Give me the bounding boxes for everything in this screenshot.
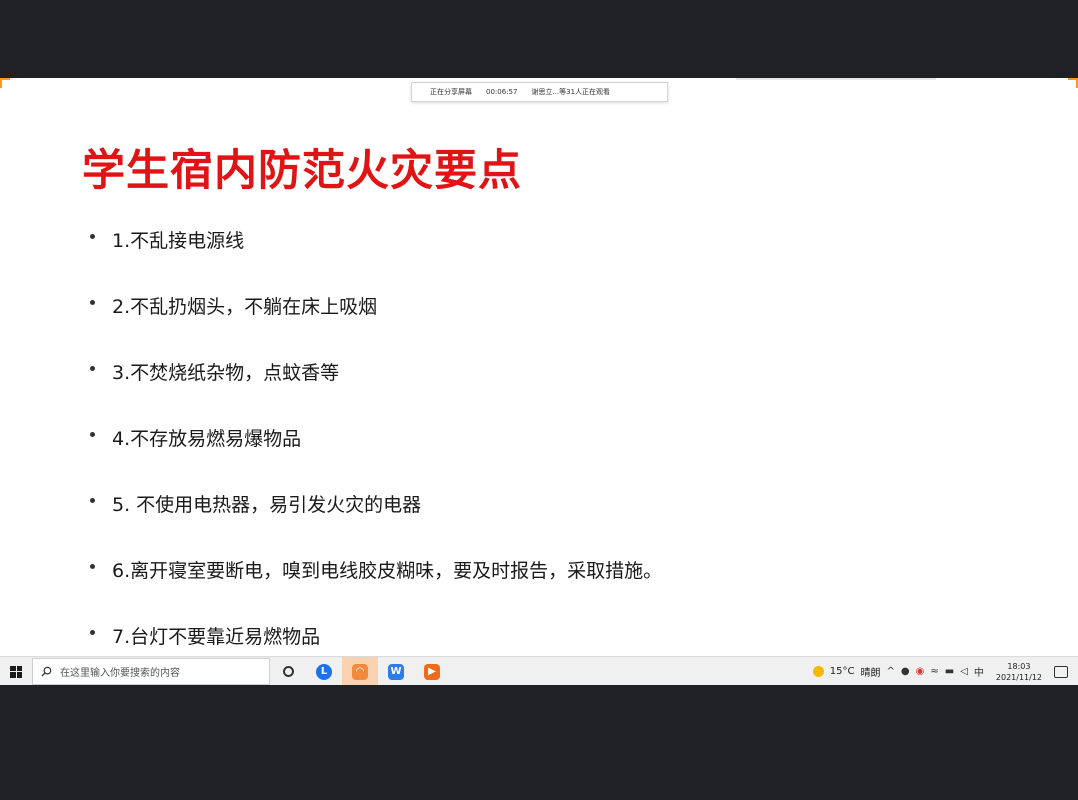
bullet-dot-icon bbox=[90, 432, 95, 437]
bullet-dot-icon bbox=[90, 498, 95, 503]
search-placeholder: 在这里输入你要搜索的内容 bbox=[60, 668, 180, 679]
clock-date: 2021/11/12 bbox=[995, 672, 1042, 682]
list-item: 6.离开寝室要断电，嗅到电线胶皮糊味，要及时报告，采取措施。 bbox=[90, 556, 662, 582]
bullet-dot-icon bbox=[90, 234, 95, 239]
list-item: 7.台灯不要靠近易燃物品 bbox=[90, 622, 662, 648]
ime-indicator[interactable]: 中 bbox=[974, 664, 984, 679]
bullet-dot-icon bbox=[90, 300, 95, 305]
start-button[interactable] bbox=[0, 657, 32, 685]
bullet-dot-icon bbox=[90, 366, 95, 371]
volume-icon[interactable]: ◁ bbox=[960, 666, 968, 677]
list-item: 2.不乱扔烟头，不躺在床上吸烟 bbox=[90, 292, 662, 318]
search-icon bbox=[41, 666, 52, 677]
screen-share-banner[interactable]: 正在分享屏幕 00:06:57 谢思立...等31人正在观看 bbox=[411, 82, 668, 102]
browser-button[interactable]: L bbox=[306, 657, 342, 685]
bullet-dot-icon bbox=[90, 564, 95, 569]
player-button[interactable]: ▶ bbox=[414, 657, 450, 685]
window-edge bbox=[736, 78, 936, 80]
browser-icon: L bbox=[316, 663, 332, 680]
bullet-text: 2.不乱扔烟头，不躺在床上吸烟 bbox=[112, 296, 378, 318]
slide-title: 学生宿内防范火灾要点 bbox=[82, 146, 522, 196]
top-letterbox bbox=[0, 0, 1078, 78]
task-view-icon bbox=[282, 666, 294, 677]
share-frame-corner bbox=[0, 78, 10, 88]
shared-screen: 正在分享屏幕 00:06:57 谢思立...等31人正在观看 学生宿内防范火灾要… bbox=[0, 78, 1078, 685]
bottom-letterbox bbox=[0, 685, 1078, 800]
bullet-text: 6.离开寝室要断电，嗅到电线胶皮糊味，要及时报告，采取措施。 bbox=[112, 560, 663, 582]
share-status: 正在分享屏幕 bbox=[430, 88, 472, 96]
wps-button[interactable]: W bbox=[378, 657, 414, 685]
bullet-text: 7.台灯不要靠近易燃物品 bbox=[112, 626, 321, 648]
system-tray: 15°C 晴朗 ^ ● ◉ ≈ ▬ ◁ 中 18:03 2021/11/12 bbox=[812, 657, 1078, 685]
share-timer: 00:06:57 bbox=[486, 88, 518, 96]
bullet-text: 5. 不使用电热器，易引发火灾的电器 bbox=[112, 494, 422, 516]
share-viewers[interactable]: 谢思立...等31人正在观看 bbox=[531, 87, 610, 97]
meeting-app-button[interactable]: ◠ bbox=[342, 657, 378, 685]
list-item: 5. 不使用电热器，易引发火灾的电器 bbox=[90, 490, 662, 516]
bullet-text: 4.不存放易燃易爆物品 bbox=[112, 428, 302, 450]
clock[interactable]: 18:03 2021/11/12 bbox=[996, 661, 1042, 683]
windows-taskbar: 在这里输入你要搜索的内容 L ◠ W ▶ 15°C 晴朗 ^ ● ◉ ≈ ▬ ◁… bbox=[0, 656, 1078, 685]
list-item: 1.不乱接电源线 bbox=[90, 226, 662, 252]
bullet-text: 3.不焚烧纸杂物，点蚊香等 bbox=[112, 362, 340, 384]
app-tray-icon[interactable]: ≈ bbox=[930, 666, 938, 677]
clock-time: 18:03 bbox=[1007, 661, 1031, 671]
wps-icon: W bbox=[388, 663, 404, 680]
taskbar-search-input[interactable]: 在这里输入你要搜索的内容 bbox=[32, 658, 270, 685]
meeting-icon: ◠ bbox=[352, 663, 368, 680]
list-item: 3.不焚烧纸杂物，点蚊香等 bbox=[90, 358, 662, 384]
record-icon[interactable]: ◉ bbox=[916, 666, 925, 677]
player-icon: ▶ bbox=[424, 663, 440, 680]
windows-logo-icon bbox=[10, 665, 22, 678]
task-view-button[interactable] bbox=[270, 657, 306, 685]
bullet-list: 1.不乱接电源线 2.不乱扔烟头，不躺在床上吸烟 3.不焚烧纸杂物，点蚊香等 4… bbox=[90, 226, 662, 685]
network-icon[interactable]: ▬ bbox=[945, 666, 954, 677]
weather-temp[interactable]: 15°C bbox=[830, 666, 855, 677]
weather-sun-icon[interactable] bbox=[812, 666, 824, 677]
bullet-dot-icon bbox=[90, 630, 95, 635]
weather-desc[interactable]: 晴朗 bbox=[860, 664, 880, 679]
chevron-up-icon[interactable]: ^ bbox=[886, 666, 894, 677]
share-frame-corner bbox=[1068, 78, 1078, 88]
list-item: 4.不存放易燃易爆物品 bbox=[90, 424, 662, 450]
notification-icon[interactable] bbox=[1054, 665, 1068, 678]
microphone-icon[interactable]: ● bbox=[901, 666, 910, 677]
bullet-text: 1.不乱接电源线 bbox=[112, 230, 245, 252]
